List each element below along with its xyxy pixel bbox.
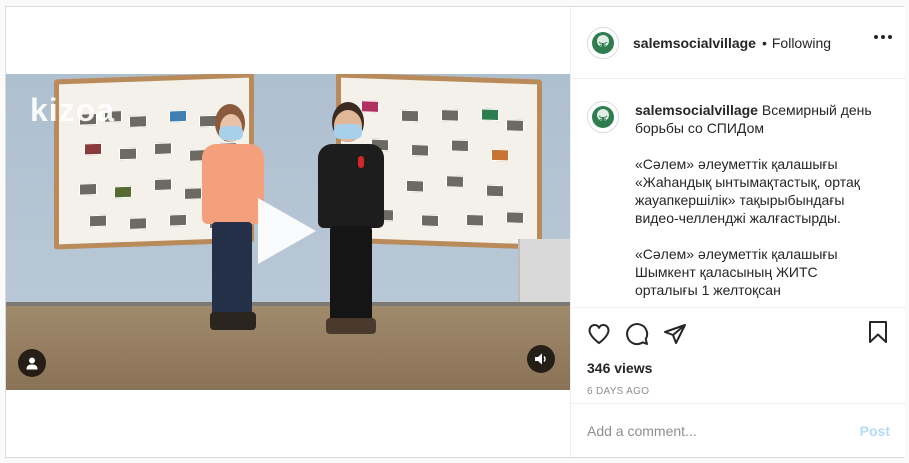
instagram-post: kizoa salemsocialvillage • Following sal… (5, 6, 906, 458)
follow-status[interactable]: Following (772, 35, 831, 51)
post-media: kizoa (6, 7, 570, 457)
comment-box: Post (571, 403, 906, 457)
bookmark-icon[interactable] (866, 320, 890, 344)
post-header: salemsocialvillage • Following (571, 7, 906, 79)
caption-text: salemsocialvillage Всемирный день борьбы… (635, 101, 879, 299)
avatar[interactable] (587, 26, 619, 59)
video-player[interactable]: kizoa (6, 74, 570, 390)
header-separator: • (761, 34, 767, 51)
header-username[interactable]: salemsocialvillage (633, 35, 756, 51)
caption-avatar[interactable] (587, 101, 619, 133)
user-icon[interactable] (18, 349, 46, 377)
post-date[interactable]: 6 DAYS AGO (587, 386, 890, 397)
sound-icon[interactable] (527, 345, 555, 373)
paper-plane-icon[interactable] (663, 322, 687, 346)
more-icon[interactable] (874, 35, 892, 39)
kizoa-watermark: kizoa (30, 92, 116, 128)
play-icon[interactable] (258, 198, 316, 264)
comment-input[interactable] (587, 422, 860, 439)
comment-icon[interactable] (625, 322, 649, 346)
tree-icon (592, 31, 614, 54)
person-man (318, 102, 384, 342)
caption-paragraph-2: «Сәлем» әлеуметтік қалашығы Шымкент қала… (635, 246, 838, 298)
post-sidebar: salemsocialvillage • Following salemsoci… (570, 7, 906, 457)
person-woman (202, 104, 264, 334)
video-floor (6, 306, 570, 390)
heart-icon[interactable] (587, 322, 611, 346)
post-actions: 346 views 6 DAYS AGO (571, 307, 906, 407)
caption-area[interactable]: salemsocialvillage Всемирный день борьбы… (571, 79, 906, 307)
caption-username[interactable]: salemsocialvillage (635, 102, 758, 118)
views-count[interactable]: 346 views (587, 360, 890, 376)
post-comment-button[interactable]: Post (860, 423, 890, 439)
caption-paragraph-1: «Сәлем» әлеуметтік қалашығы «Жаһандық ын… (635, 156, 860, 226)
tree-icon (592, 106, 614, 128)
